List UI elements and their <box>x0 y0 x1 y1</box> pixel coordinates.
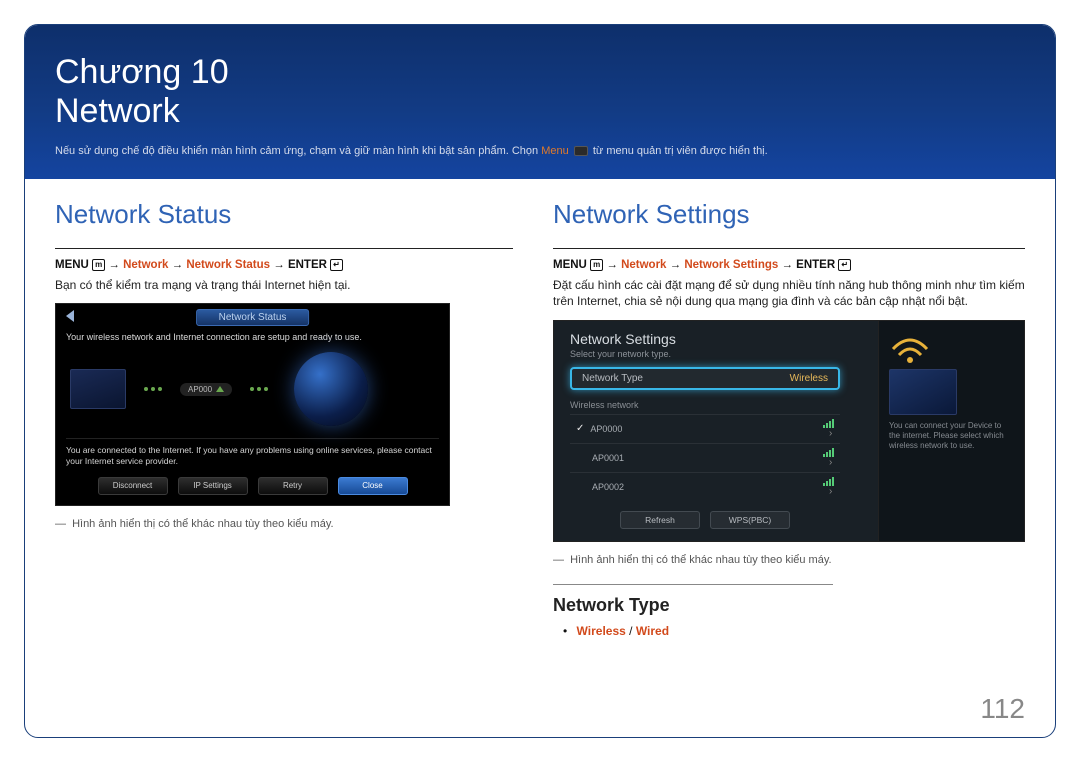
section-title-network-status: Network Status <box>55 199 513 230</box>
network-type-selector[interactable]: Network Type Wireless <box>570 367 840 390</box>
settings-desc: Đặt cấu hình các cài đặt mạng để sử dụng… <box>553 277 1025 309</box>
side-help-text: You can connect your Device to the inter… <box>889 421 1014 452</box>
status-msg-connected: You are connected to the Internet. If yo… <box>66 445 439 466</box>
close-button[interactable]: Close <box>338 477 408 495</box>
dialog-title: Network Status <box>196 309 310 326</box>
ap-chip: AP000 <box>180 383 232 396</box>
globe-icon <box>294 352 368 426</box>
status-desc: Bạn có thể kiểm tra mạng và trạng thái I… <box>55 277 513 293</box>
refresh-button[interactable]: Refresh <box>620 511 700 529</box>
chevron-right-icon: › <box>829 428 832 439</box>
network-status-screenshot: Network Status Your wireless network and… <box>55 303 450 505</box>
retry-button[interactable]: Retry <box>258 477 328 495</box>
image-caption: ― Hình ảnh hiển thị có thể khác nhau tùy… <box>55 518 513 530</box>
header-note: Nếu sử dụng chế độ điều khiển màn hình c… <box>55 145 1025 157</box>
ap-row[interactable]: AP0001 › <box>570 443 840 472</box>
wifi-icon <box>216 386 224 392</box>
section-title-network-settings: Network Settings <box>553 199 1025 230</box>
network-type-options: • Wireless / Wired <box>553 624 1025 638</box>
chapter-header: Chương 10 Network Nếu sử dụng chế độ điề… <box>25 25 1055 179</box>
chapter-name: Network <box>55 92 180 130</box>
network-settings-screenshot: Network Settings Select your network typ… <box>553 320 1025 542</box>
subsection-title-network-type: Network Type <box>553 595 1025 616</box>
subsection-divider <box>553 584 833 585</box>
nav-path-status: MENU m → Network → Network Status → ENTE… <box>55 259 513 271</box>
menu-grid-icon: m <box>590 259 603 271</box>
network-type-value: Wireless <box>790 373 828 384</box>
document-page: Chương 10 Network Nếu sử dụng chế độ điề… <box>24 24 1056 738</box>
nav-path-settings: MENU m → Network → Network Settings → EN… <box>553 259 1025 271</box>
wifi-big-icon <box>889 333 931 365</box>
tv-icon <box>70 369 126 409</box>
back-icon[interactable] <box>66 310 74 322</box>
content-columns: Network Status MENU m → Network → Networ… <box>25 179 1055 649</box>
wps-button[interactable]: WPS(PBC) <box>710 511 790 529</box>
signal-icon <box>823 419 834 428</box>
left-column: Network Status MENU m → Network → Networ… <box>55 199 513 637</box>
page-number: 112 <box>980 693 1025 725</box>
connection-dots-icon <box>144 387 162 391</box>
chevron-right-icon: › <box>829 486 832 497</box>
settings-dialog-subtitle: Select your network type. <box>570 349 868 359</box>
network-type-label: Network Type <box>582 373 643 384</box>
enter-icon: ↵ <box>330 259 343 271</box>
right-column: Network Settings MENU m → Network → Netw… <box>553 199 1025 637</box>
menu-grid-icon: m <box>92 259 105 271</box>
signal-icon <box>823 477 834 486</box>
settings-dialog-title: Network Settings <box>570 331 868 347</box>
signal-icon <box>823 448 834 457</box>
chevron-right-icon: › <box>829 457 832 468</box>
menu-word: Menu <box>541 145 569 157</box>
ip-settings-button[interactable]: IP Settings <box>178 477 248 495</box>
device-icon <box>889 369 957 415</box>
wireless-list: Wireless network ✓AP0000 › AP0001 › AP00… <box>570 400 840 501</box>
enter-icon: ↵ <box>838 259 851 271</box>
divider <box>55 248 513 249</box>
connection-dots-icon <box>250 387 268 391</box>
ap-row[interactable]: ✓AP0000 › <box>570 414 840 443</box>
divider <box>553 248 1025 249</box>
status-msg-ready: Your wireless network and Internet conne… <box>66 332 439 342</box>
wireless-list-label: Wireless network <box>570 400 840 410</box>
chapter-title: Chương 10 Network <box>55 53 1025 131</box>
disconnect-button[interactable]: Disconnect <box>98 477 168 495</box>
settings-side-panel: You can connect your Device to the inter… <box>878 321 1024 541</box>
menu-icon <box>574 146 588 156</box>
image-caption: ― Hình ảnh hiển thị có thể khác nhau tùy… <box>553 554 1025 566</box>
check-icon: ✓ <box>576 423 584 434</box>
ap-row[interactable]: AP0002 › <box>570 472 840 501</box>
chapter-number: Chương 10 <box>55 53 229 91</box>
